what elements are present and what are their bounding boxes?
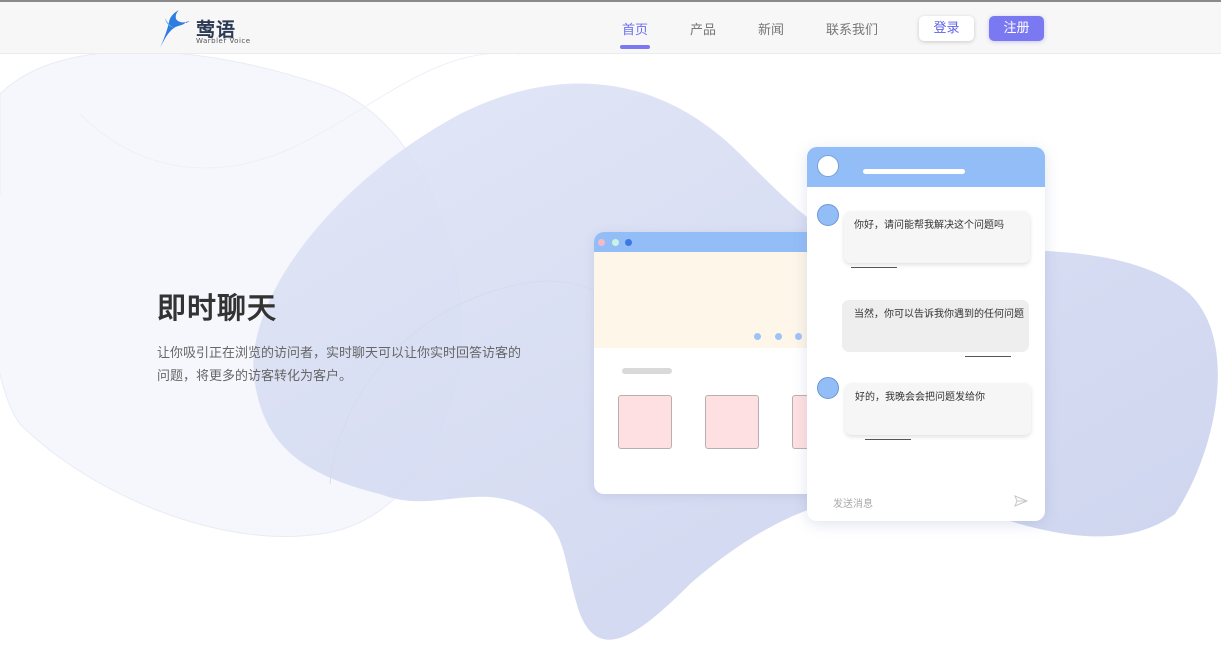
content-card bbox=[618, 395, 672, 449]
content-placeholder-line bbox=[622, 368, 672, 374]
login-button[interactable]: 登录 bbox=[919, 16, 974, 41]
message-input[interactable]: 发送消息 bbox=[833, 495, 873, 510]
carousel-dot bbox=[775, 333, 782, 340]
website-illustration bbox=[594, 232, 834, 494]
visitor-avatar bbox=[817, 204, 839, 226]
chat-window: 你好，请问能帮我解决这个问题吗 当然，你可以告诉我你遇到的任何问题 好的，我晚会… bbox=[807, 147, 1045, 521]
hero-title: 即时聊天 bbox=[157, 291, 278, 325]
nav-item-products[interactable]: 产品 bbox=[690, 19, 716, 38]
carousel-dot bbox=[795, 333, 802, 340]
brand-subtitle: Warbler Voice bbox=[196, 37, 251, 45]
chat-title-placeholder bbox=[863, 169, 965, 174]
chat-message-visitor: 好的，我晚会会把问题发给你 bbox=[845, 383, 1031, 435]
window-dot-green bbox=[612, 239, 619, 246]
chat-header-avatar bbox=[817, 155, 839, 177]
window-dot-red bbox=[598, 239, 605, 246]
chat-header bbox=[807, 147, 1045, 187]
brand-logo[interactable]: 莺语 Warbler Voice bbox=[156, 10, 250, 50]
visitor-avatar bbox=[817, 377, 839, 399]
nav-item-contact[interactable]: 联系我们 bbox=[826, 19, 878, 38]
message-timestamp-line bbox=[965, 356, 1011, 357]
hero-description: 让你吸引正在浏览的访问者，实时聊天可以让你实时回答访客的问题，将更多的访客转化为… bbox=[157, 346, 522, 384]
nav-item-home[interactable]: 首页 bbox=[622, 19, 648, 38]
nav-active-indicator bbox=[620, 45, 650, 49]
nav-item-news[interactable]: 新闻 bbox=[758, 19, 784, 38]
chat-message-agent: 当然，你可以告诉我你遇到的任何问题 bbox=[842, 300, 1029, 352]
content-card bbox=[705, 395, 759, 449]
message-timestamp-line bbox=[865, 439, 911, 440]
chat-message-visitor: 你好，请问能帮我解决这个问题吗 bbox=[844, 211, 1030, 263]
top-navbar: 莺语 Warbler Voice 首页 产品 新闻 联系我们 登录 注册 bbox=[0, 2, 1221, 54]
hummingbird-icon bbox=[160, 10, 190, 48]
window-dot-blue bbox=[625, 239, 632, 246]
send-icon[interactable] bbox=[1014, 494, 1028, 508]
register-button[interactable]: 注册 bbox=[989, 16, 1044, 41]
browser-title-bar bbox=[594, 232, 834, 252]
carousel-dot bbox=[754, 333, 761, 340]
message-timestamp-line bbox=[851, 267, 897, 268]
